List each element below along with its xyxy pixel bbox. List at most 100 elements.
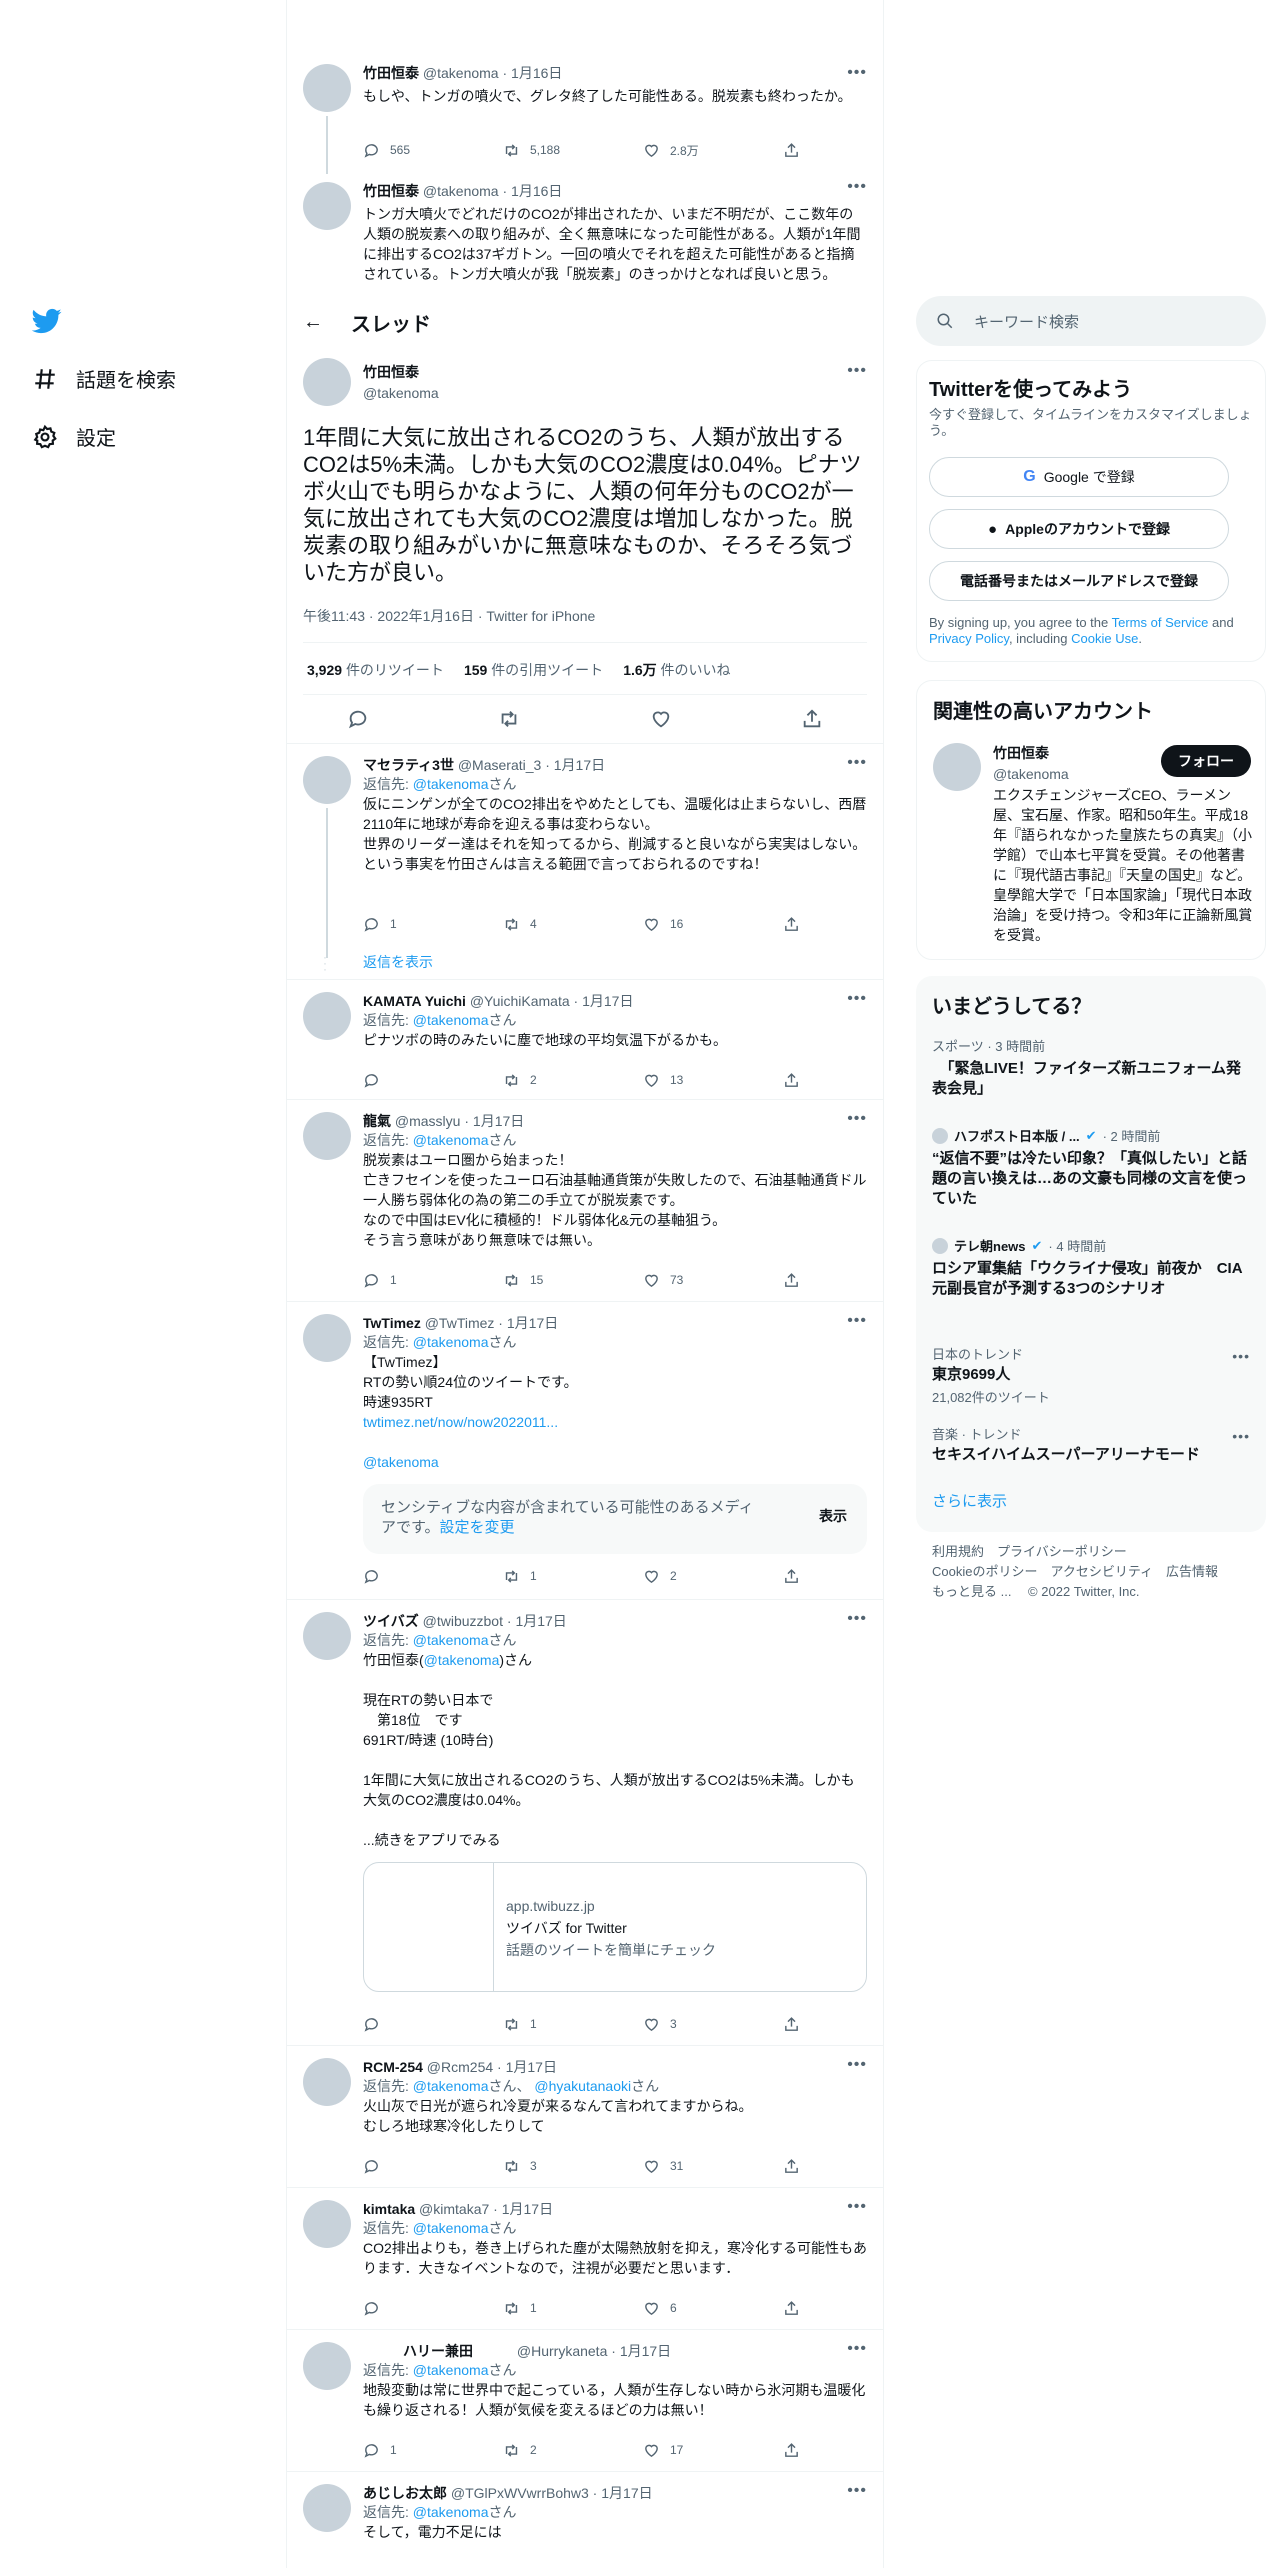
author-name[interactable]: ツイバズ [363,1613,419,1629]
back-arrow-icon[interactable]: ← [303,311,323,334]
link-card[interactable]: app.twibuzz.jp ツイバズ for Twitter 話題のツイートを… [363,1862,867,1992]
show-media-button[interactable]: 表示 [819,1506,847,1526]
author-handle[interactable]: @takenoma [363,385,439,401]
follow-button[interactable]: フォロー [1161,745,1251,777]
trend-item[interactable]: テレ朝news ✔ · 4 時間前 ロシア軍集結「ウクライナ侵攻」前夜か CIA… [932,1236,1250,1299]
more-icon[interactable]: ••• [1232,1428,1250,1444]
quote-stat[interactable]: 159 件の引用ツイート [464,660,603,680]
author-name[interactable]: あじしお太郎 [363,2485,447,2501]
author-name[interactable]: KAMATA Yuichi [363,993,466,1009]
share-button[interactable] [783,914,803,934]
avatar[interactable] [933,743,981,791]
more-icon[interactable]: ••• [847,2056,867,2074]
like-button[interactable]: 13 [643,1070,723,1090]
like-button[interactable]: 2.8万 [643,140,723,160]
more-icon[interactable]: ••• [847,178,867,196]
more-icon[interactable]: ••• [847,1610,867,1628]
mention-link[interactable]: @takenoma [363,1452,867,1472]
reply-tweet[interactable]: ツイバズ @twibuzzbot · 1月17日 返信先: @takenomaさ… [287,1602,883,2046]
footer-links-2[interactable]: Cookieのポリシー アクセシビリティ 広告情報 [932,1562,1218,1582]
tweet-date[interactable]: 1月17日 [554,757,605,773]
context-tweet[interactable]: 竹田恒泰 @takenoma · 1月16日 トンガ大噴火でどれだけのCO2が排… [287,170,883,300]
avatar[interactable] [303,1314,351,1362]
reply-to-link[interactable]: @takenoma [413,1632,489,1648]
tweet-date[interactable]: 1月17日 [515,1613,566,1629]
retweet-button[interactable]: 1 [503,2298,583,2318]
author-name[interactable]: kimtaka [363,2201,415,2217]
reply-to-link[interactable]: @takenoma [413,1334,489,1350]
more-icon[interactable]: ••• [847,754,867,772]
footer-links-1[interactable]: 利用規約 プライバシーポリシー [932,1542,1218,1562]
share-button[interactable] [783,2156,803,2176]
more-icon[interactable]: ••• [847,362,867,380]
avatar[interactable] [303,182,351,230]
cookie-link[interactable]: Cookie Use [1071,631,1138,646]
like-button[interactable]: 17 [643,2440,723,2460]
tweet-date[interactable]: 1月17日 [507,1315,558,1331]
heart-icon[interactable] [650,708,672,730]
reply-to-link[interactable]: @takenoma [413,2362,489,2378]
trend-item[interactable]: スポーツ · 3 時間前 「緊急LIVE！ファイターズ新ユニフォーム発表会見」 [932,1036,1250,1099]
reply-tweet[interactable]: TwTimez @TwTimez · 1月17日 返信先: @takenomaさ… [287,1304,883,1600]
more-icon[interactable]: ••• [847,1312,867,1330]
reply-to-link[interactable]: @takenoma [413,2504,489,2520]
avatar[interactable] [303,2058,351,2106]
reply-tweet[interactable]: KAMATA Yuichi @YuichiKamata · 1月17日 返信先:… [287,982,883,1100]
author-name[interactable]: 龍氣 [363,1113,391,1129]
like-button[interactable]: 73 [643,1270,723,1290]
reply-tweet[interactable]: 龍氣 @masslyu · 1月17日 返信先: @takenomaさん 脱炭素… [287,1102,883,1302]
reply-tweet[interactable]: マセラティ3世 @Maserati_3 · 1月17日 返信先: @takeno… [287,746,883,980]
privacy-link[interactable]: Privacy Policy [929,631,1009,646]
share-button[interactable] [783,1270,803,1290]
retweet-button[interactable]: 2 [503,2440,583,2460]
footer-links-3[interactable]: もっと見る ... © 2022 Twitter, Inc. [932,1582,1218,1602]
more-icon[interactable]: ••• [847,1110,867,1128]
apple-signup-button[interactable]: ● Appleのアカウントで登録 [929,509,1229,549]
terms-link[interactable]: Terms of Service [1112,615,1209,630]
reply-button[interactable]: 565 [363,140,443,160]
avatar[interactable] [303,992,351,1040]
tweet-link[interactable]: twtimez.net/now/now2022011... [363,1412,867,1432]
retweet-button[interactable]: 4 [503,914,583,934]
share-button[interactable] [783,2014,803,2034]
retweet-button[interactable]: 5,188 [503,140,583,160]
author-name[interactable]: RCM-254 [363,2059,423,2075]
retweet-button[interactable]: 1 [503,2014,583,2034]
phone-signup-button[interactable]: 電話番号またはメールアドレスで登録 [929,561,1229,601]
retweet-stat[interactable]: 3,929 件のリツイート [307,660,444,680]
share-button[interactable] [783,1566,803,1586]
author-name[interactable]: 竹田恒泰 [363,362,439,382]
avatar[interactable] [303,756,351,804]
reply-to-link[interactable]: @takenoma [413,2078,489,2094]
tweet-date[interactable]: 1月17日 [502,2201,553,2217]
nav-settings[interactable]: 設定 [32,422,116,451]
more-icon[interactable]: ••• [847,2340,867,2358]
reply-button[interactable]: 1 [363,914,443,934]
more-icon[interactable]: ••• [847,990,867,1008]
share-button[interactable] [783,2440,803,2460]
author-name[interactable]: 竹田恒泰 [363,183,419,199]
change-settings-link[interactable]: 設定を変更 [440,1519,515,1536]
author-handle[interactable]: @masslyu [395,1113,461,1129]
reply-tweet[interactable]: kimtaka @kimtaka7 · 1月17日 返信先: @takenoma… [287,2190,883,2330]
tweet-date[interactable]: 1月17日 [582,993,633,1009]
more-icon[interactable]: ••• [847,2198,867,2216]
reply-to-link[interactable]: @takenoma [413,776,489,792]
tweet-date[interactable]: 1月17日 [601,2485,652,2501]
avatar[interactable] [303,1612,351,1660]
tweet-date[interactable]: 1月17日 [506,2059,557,2075]
author-handle[interactable]: @takenoma [423,65,499,81]
avatar[interactable] [303,2200,351,2248]
trend-item[interactable]: 音楽 · トレンド セキスイハイムスーパーアリーナモード ••• [932,1424,1250,1465]
like-button[interactable]: 2 [643,1566,723,1586]
more-icon[interactable]: ••• [1232,1348,1250,1364]
show-replies-link[interactable]: 返信を表示 [363,952,433,972]
like-button[interactable]: 3 [643,2014,723,2034]
tweet-date[interactable]: 1月16日 [511,65,562,81]
retweet-button[interactable]: 3 [503,2156,583,2176]
author-handle[interactable]: @kimtaka7 [419,2201,489,2217]
reply-to-link[interactable]: @hyakutanaoki [534,2078,631,2094]
avatar[interactable] [303,64,351,112]
tweet-date[interactable]: 1月17日 [620,2343,671,2359]
retweet-icon[interactable] [498,708,520,730]
